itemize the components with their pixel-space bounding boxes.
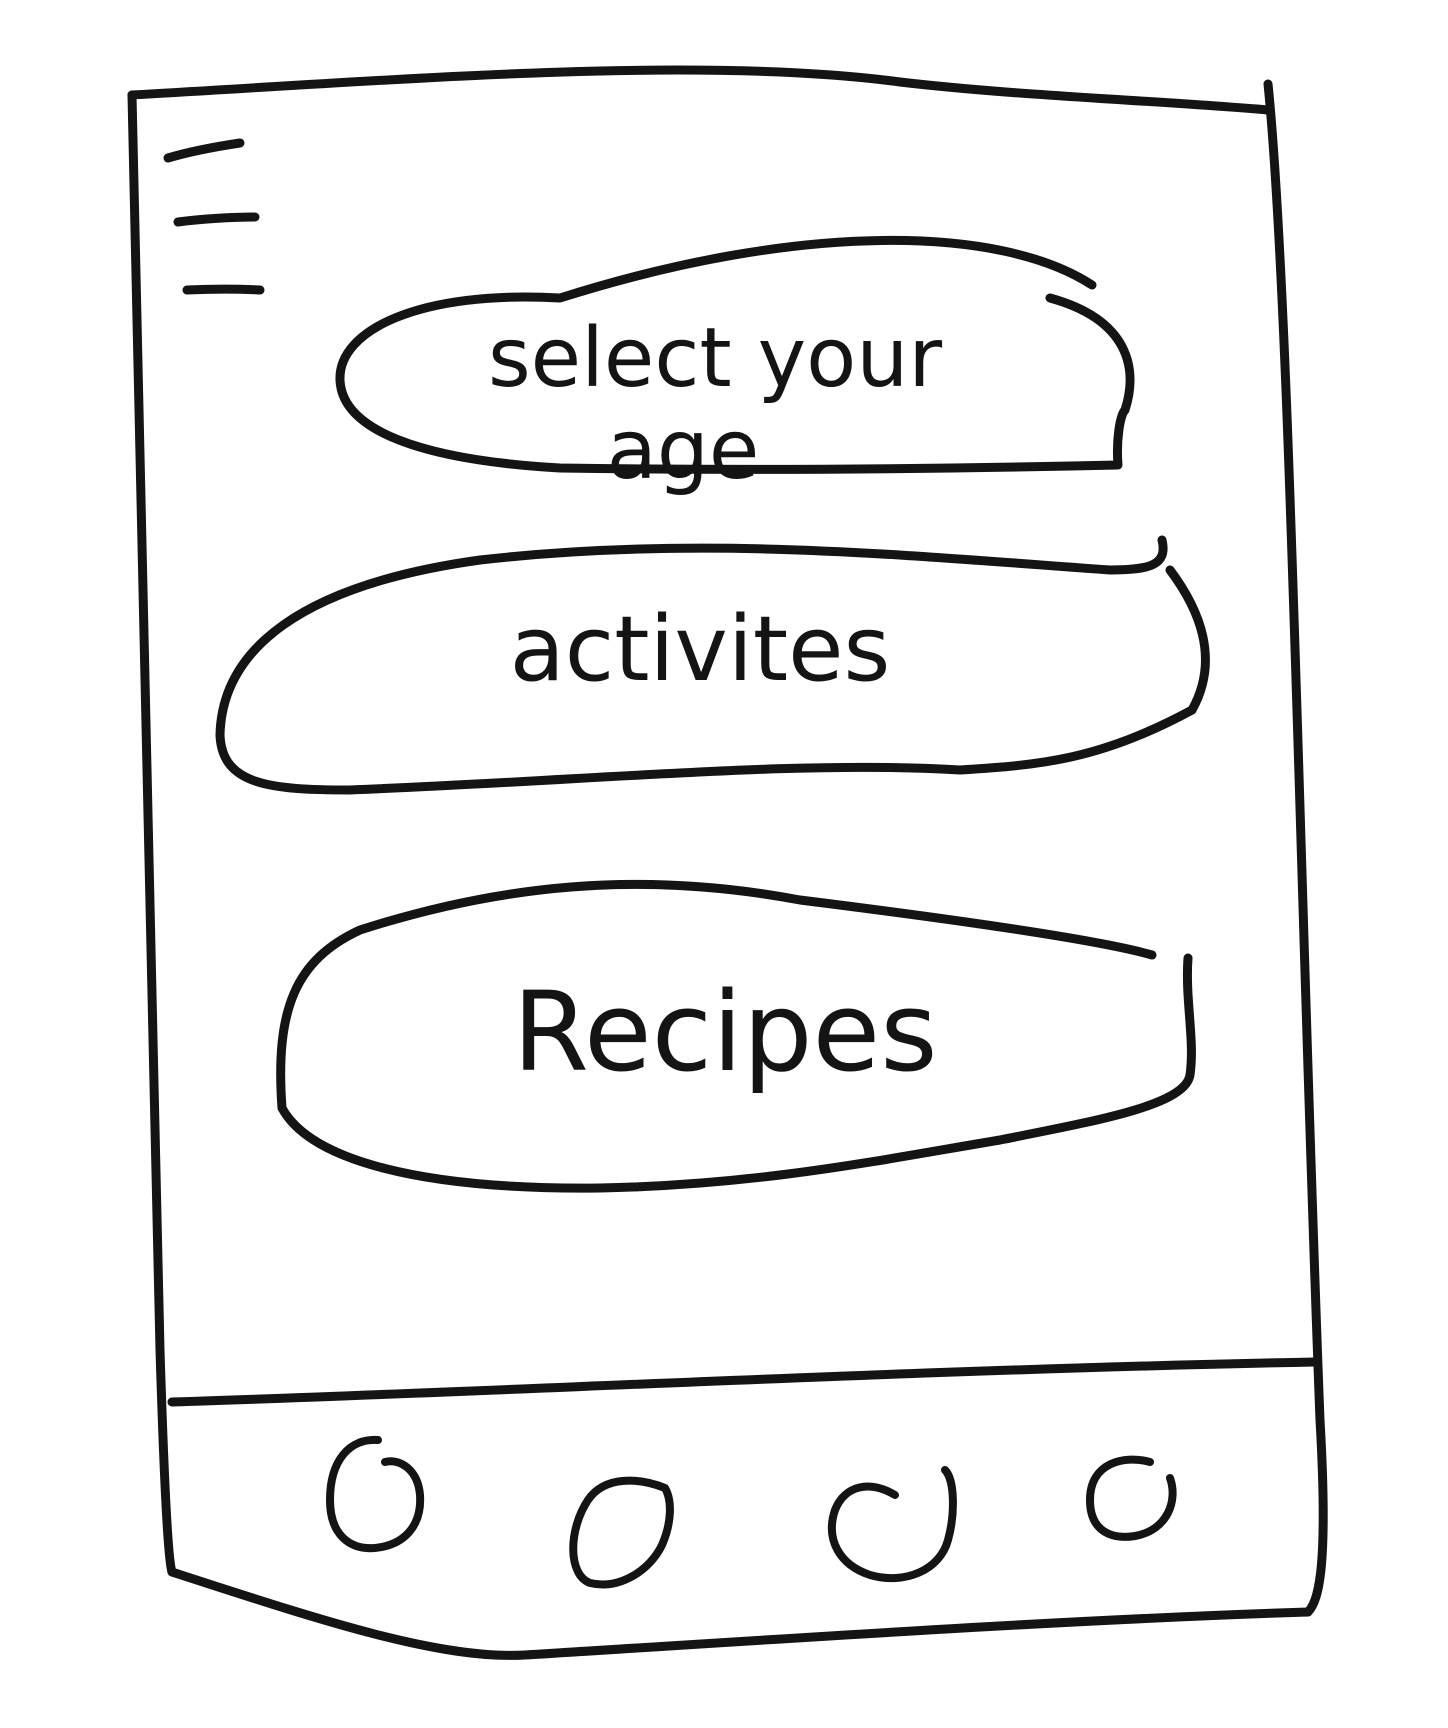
hamburger-menu-icon[interactable] xyxy=(150,120,280,320)
nav-icon-2[interactable] xyxy=(560,1470,680,1595)
bottom-nav xyxy=(320,1430,1190,1595)
recipes-button[interactable]: Recipes xyxy=(276,879,1196,1193)
nav-icon-3[interactable] xyxy=(825,1460,965,1590)
nav-icon-4[interactable] xyxy=(1080,1445,1190,1550)
bottom-nav-divider xyxy=(167,1357,1320,1407)
wireframe-sketch: select your age activites Recipes xyxy=(127,65,1328,1660)
activities-button[interactable]: activites xyxy=(215,535,1210,795)
select-age-button[interactable]: select your age xyxy=(330,230,1135,498)
nav-icon-1[interactable] xyxy=(320,1430,430,1560)
